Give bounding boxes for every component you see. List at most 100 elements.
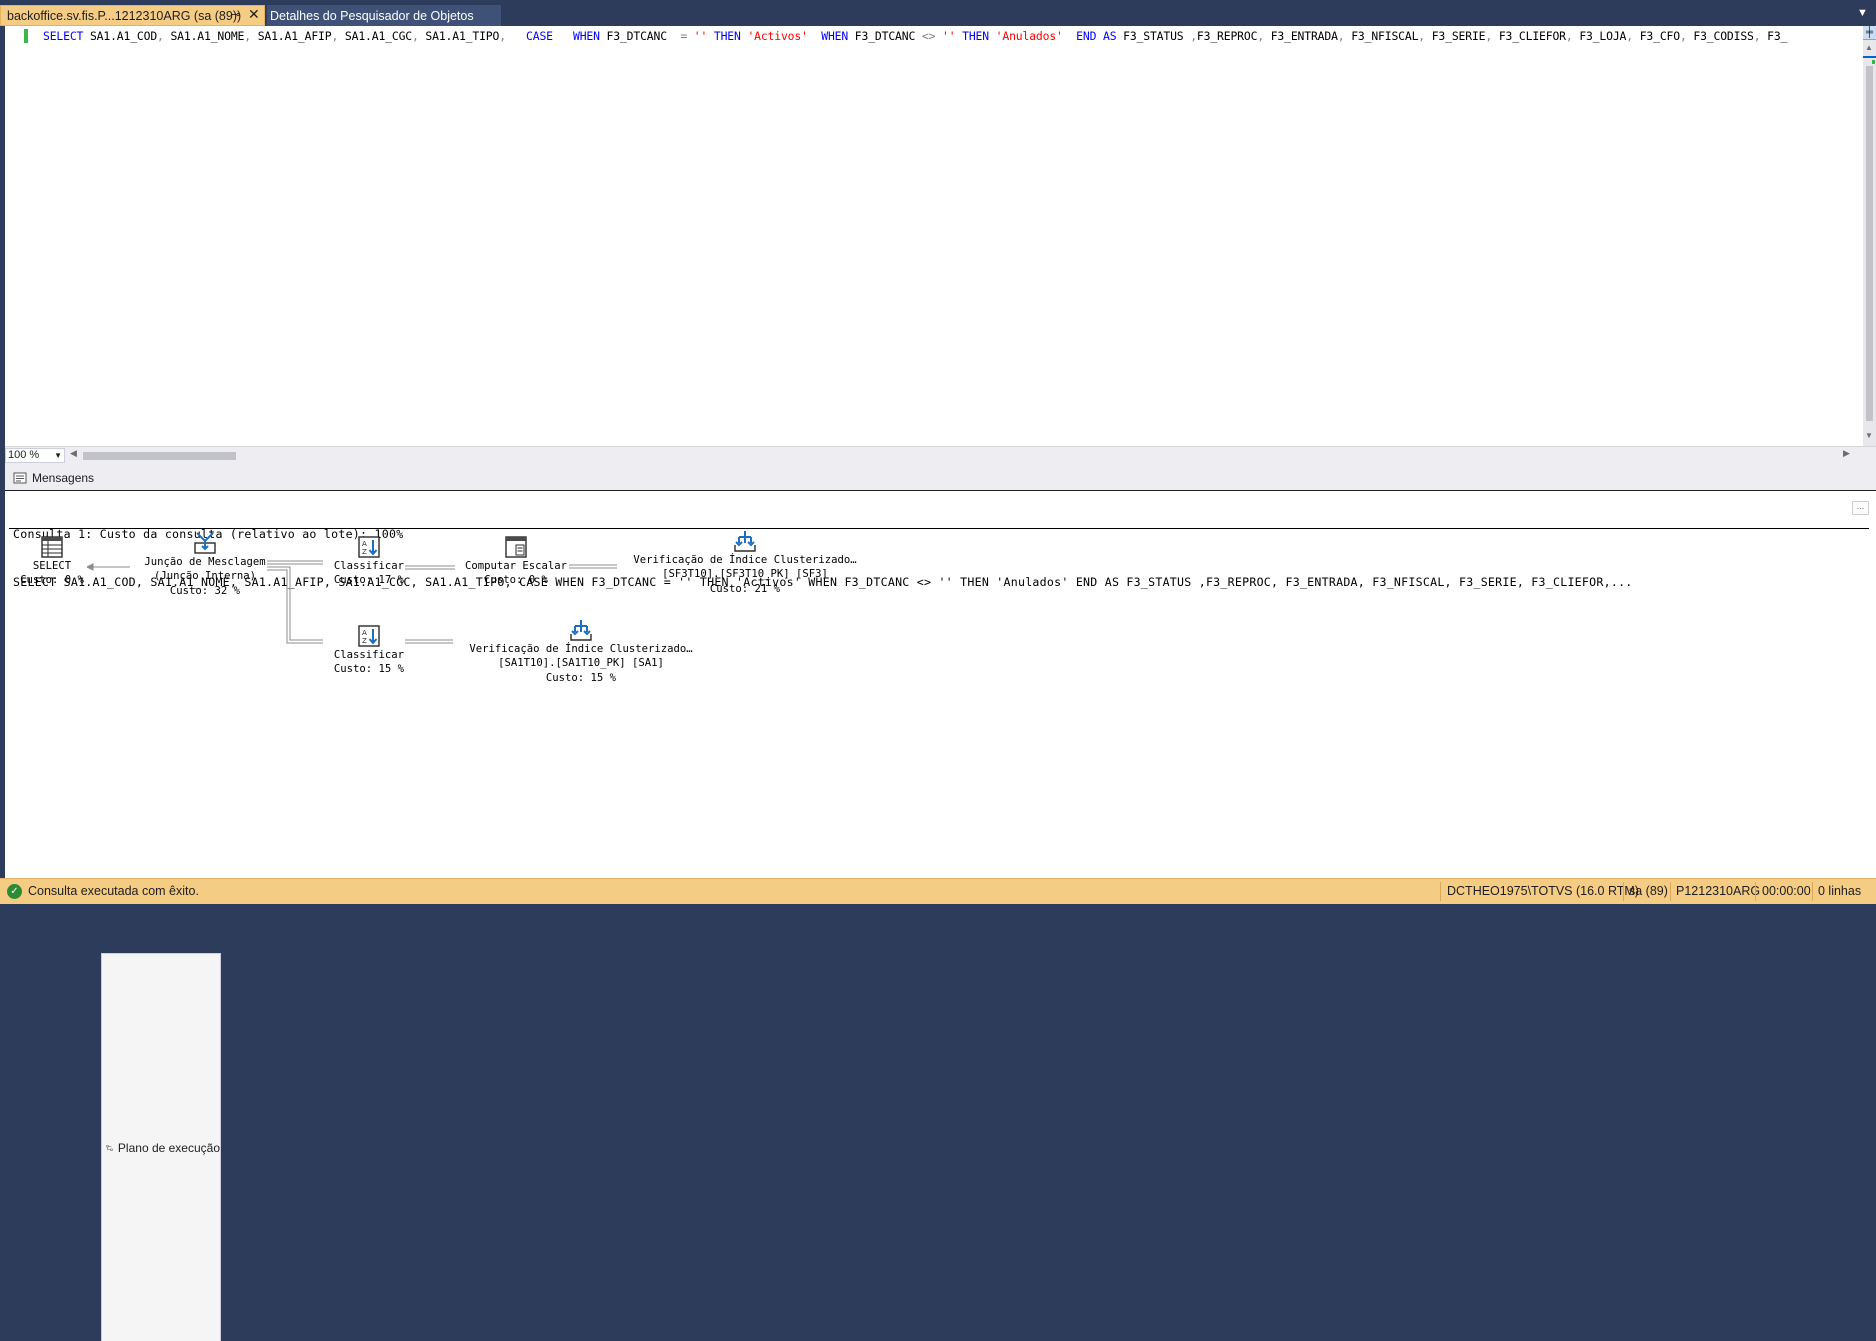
pin-icon[interactable]: ⊸ (231, 8, 240, 21)
plan-node-clustered-index-scan-sa1[interactable]: Verificação de Índice Clusterizado… [SA1… (453, 618, 709, 685)
plan-connectors (86, 560, 617, 644)
query-token: , (331, 29, 345, 43)
status-database: P1212310ARG (1676, 884, 1761, 898)
query-token: SA1.A1_AFIP (257, 29, 332, 43)
plan-node-name: Computar Escalar (464, 560, 568, 572)
execution-plan-pane[interactable]: Consulta 1: Custo da consulta (relativo … (5, 490, 1876, 878)
messages-icon (13, 472, 27, 484)
query-token: , (1753, 29, 1768, 43)
query-token: SELECT (43, 29, 90, 43)
tab-messages-label: Mensagens (32, 471, 95, 485)
query-token: , (1565, 29, 1580, 43)
plan-node-name: Classificar (333, 560, 405, 572)
tab-execution-plan[interactable]: Plano de execução (101, 953, 221, 1341)
status-divider (1440, 882, 1441, 901)
vertical-scroll-thumb[interactable] (1866, 66, 1873, 421)
query-text-line[interactable]: SELECT SA1.A1_COD, SA1.A1_NOME, SA1.A1_A… (43, 28, 1863, 44)
query-token: 'Activos' (747, 29, 822, 43)
query-token: F3_DTCANC (606, 29, 681, 43)
tab-query-editor-label: backoffice.sv.fis.P...1212310ARG (sa (89… (7, 8, 242, 23)
query-token: SA1.A1_COD (89, 29, 158, 43)
plan-node-sort-1[interactable]: A Z Classificar Custo: 17 % (323, 535, 415, 588)
success-check-icon: ✓ (7, 884, 22, 899)
plan-node-cost: Custo: 0 % (484, 574, 548, 587)
query-token: F3_DTCANC (854, 29, 922, 43)
svg-text:A: A (362, 540, 367, 548)
plan-node-select[interactable]: SELECT Custo: 0 % (12, 535, 92, 588)
horizontal-scroll-thumb[interactable] (83, 452, 236, 460)
query-token: , (1418, 29, 1432, 43)
plan-node-merge-join[interactable]: Junção de Mesclagem (Junção Interna) Cus… (130, 529, 280, 598)
query-token: 'Anulados' (995, 29, 1077, 43)
scroll-up-icon[interactable]: ▲ (1865, 43, 1873, 52)
status-divider (1670, 882, 1671, 901)
query-token: F3_LOJA (1579, 29, 1627, 43)
plan-node-name: Verificação de Índice Clusterizado… (633, 554, 857, 566)
status-divider (1755, 882, 1756, 901)
query-token: WHEN (821, 29, 855, 43)
editor-bottom-bar: 100 % ▼ ◀ ▶ (5, 446, 1876, 463)
tab-object-explorer-details-label: Detalhes do Pesquisador de Objetos (270, 8, 474, 23)
plan-node-subtitle: [SF3T10].[SF3T10_PK] [SF3] (662, 568, 828, 581)
sort-icon: A Z (358, 625, 380, 647)
query-token: F3_REPROC (1196, 29, 1258, 43)
chevron-down-icon[interactable]: ▼ (1857, 7, 1868, 19)
tab-object-explorer-details[interactable]: Detalhes do Pesquisador de Objetos (267, 5, 501, 26)
query-token: F3_SERIE (1431, 29, 1486, 43)
query-token: F3_CFO (1639, 29, 1680, 43)
query-token: F3_STATUS (1123, 29, 1191, 43)
query-token: F3_CLIEFOR (1498, 29, 1566, 43)
plan-node-subtitle: (Junção Interna) (153, 570, 257, 583)
svg-text:Z: Z (362, 637, 367, 645)
plan-node-cost: Custo: 17 % (333, 574, 405, 587)
query-token: , (1679, 29, 1694, 43)
vertical-scrollbar[interactable]: ╪ ▲ ▼ (1863, 26, 1876, 446)
clustered-index-scan-icon (570, 620, 592, 641)
tab-execution-plan-label: Plano de execução (117, 1140, 220, 1155)
status-divider (1812, 882, 1813, 901)
merge-join-icon (194, 532, 216, 554)
results-tab-strip: Mensagens Plano de execução (5, 463, 1876, 1341)
plan-node-sort-2[interactable]: A Z Classificar Custo: 15 % (323, 624, 415, 677)
query-token: SA1.A1_TIPO (425, 29, 500, 43)
query-token: , (1257, 29, 1271, 43)
scroll-left-icon[interactable]: ◀ (70, 448, 77, 459)
scroll-right-icon[interactable]: ▶ (1843, 448, 1850, 459)
plan-node-compute-scalar[interactable]: Computar Escalar Custo: 0 % (455, 535, 577, 588)
split-editor-icon[interactable]: ╪ (1863, 26, 1876, 40)
plan-node-subtitle: [SA1T10].[SA1T10_PK] [SA1] (498, 657, 664, 670)
sort-icon: A Z (358, 536, 380, 558)
query-token: , (244, 29, 258, 43)
query-token: , (1337, 29, 1352, 43)
chevron-down-icon: ▼ (54, 451, 62, 460)
tab-messages[interactable]: Mensagens (13, 467, 101, 489)
status-row-count: 0 linhas (1818, 884, 1862, 898)
plan-node-clustered-index-scan-sf3[interactable]: Verificação de Índice Clusterizado… [SF3… (617, 529, 873, 596)
query-token: , (411, 29, 426, 43)
query-editor[interactable]: SELECT SA1.A1_COD, SA1.A1_NOME, SA1.A1_A… (5, 26, 1876, 446)
query-token: <> (921, 29, 942, 43)
scroll-down-icon[interactable]: ▼ (1865, 431, 1873, 440)
tab-query-editor[interactable]: backoffice.sv.fis.P...1212310ARG (sa (89… (0, 5, 265, 26)
query-token: END AS (1076, 29, 1124, 43)
query-token: F3_ENTRADA (1270, 29, 1338, 43)
select-result-icon (41, 536, 63, 558)
svg-text:Z: Z (362, 548, 367, 556)
query-token: F3_NFISCAL (1351, 29, 1419, 43)
query-token: SA1.A1_CGC (344, 29, 412, 43)
plan-node-name: SELECT (32, 560, 72, 572)
plan-node-cost: Custo: 32 % (169, 584, 241, 597)
query-token: '' (693, 29, 714, 43)
close-icon[interactable]: ✕ (248, 6, 260, 23)
query-token: F3_CODISS (1693, 29, 1754, 43)
zoom-value: 100 % (8, 449, 40, 461)
plan-node-cost: Custo: 15 % (333, 663, 405, 676)
zoom-select[interactable]: 100 % ▼ (5, 448, 65, 463)
query-token: , (1485, 29, 1499, 43)
status-server: DCTHEO1975\TOTVS (16.0 RTM) (1447, 884, 1639, 898)
clustered-index-scan-icon (734, 531, 756, 552)
query-token: CASE WHEN (526, 29, 607, 43)
query-token: '' (941, 29, 963, 43)
plan-node-cost: Custo: 21 % (709, 582, 781, 595)
plan-node-name: Verificação de Índice Clusterizado… (469, 643, 693, 655)
